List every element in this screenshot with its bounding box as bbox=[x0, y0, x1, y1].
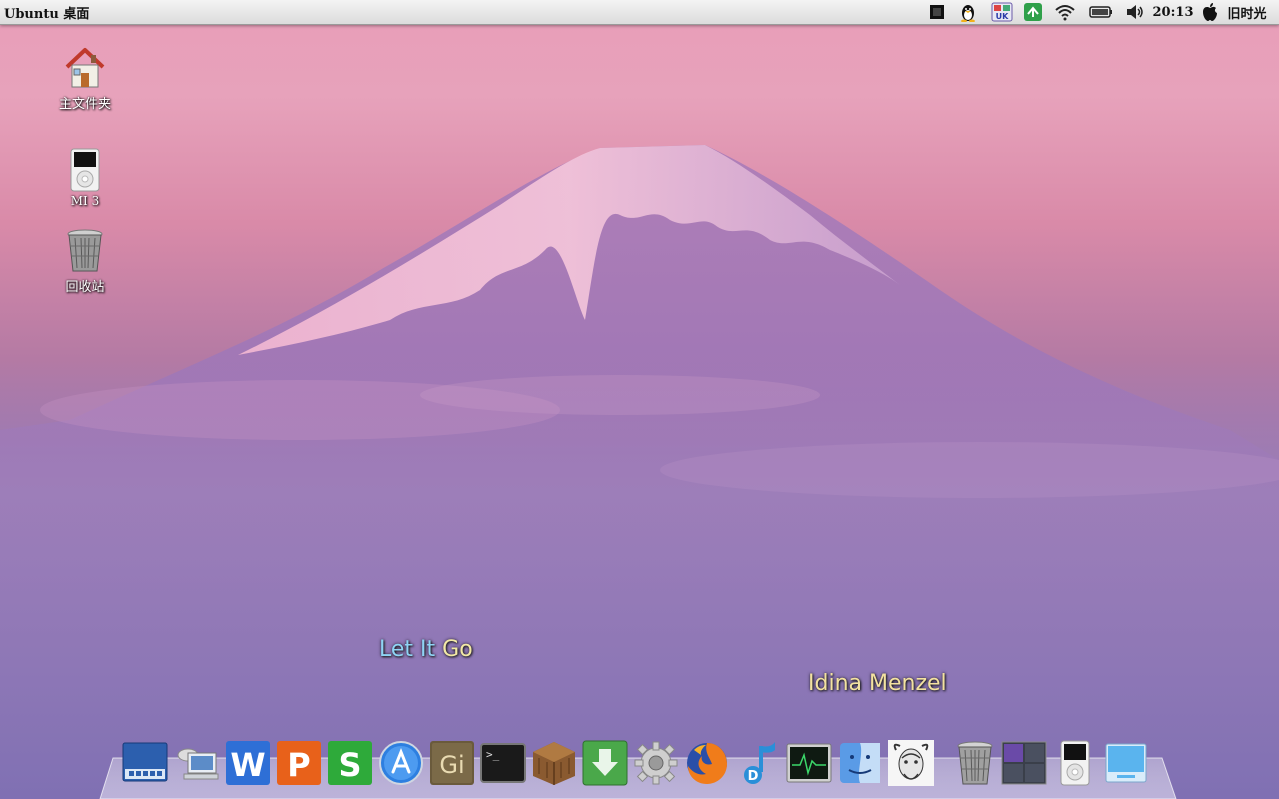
ipod-icon bbox=[1060, 740, 1090, 786]
desktop-screen: Ubuntu 桌面 UK 20:13 旧时光 主文件夹 MI 3 回收站 Let… bbox=[0, 0, 1279, 799]
svg-text:W: W bbox=[230, 746, 265, 784]
crafting-table-icon bbox=[533, 742, 575, 785]
app-indicator-icon[interactable] bbox=[928, 2, 946, 22]
apple-logo-icon[interactable] bbox=[1199, 2, 1221, 22]
wifi-icon[interactable] bbox=[1053, 2, 1077, 22]
network-sync-icon[interactable] bbox=[1022, 2, 1044, 22]
top-panel: Ubuntu 桌面 UK 20:13 旧时光 bbox=[0, 0, 1279, 25]
svg-text:S: S bbox=[338, 746, 361, 784]
battery-icon[interactable] bbox=[1088, 2, 1114, 22]
svg-text:UK: UK bbox=[996, 12, 1009, 21]
dock-item-firefox[interactable] bbox=[684, 740, 730, 786]
dock-item-system-settings[interactable] bbox=[633, 740, 679, 786]
dock-item-download-manager[interactable] bbox=[582, 740, 628, 786]
dock-item-minecraft[interactable] bbox=[531, 740, 577, 786]
svg-text:>_: >_ bbox=[486, 748, 500, 761]
input-method-uk-icon[interactable]: UK bbox=[990, 2, 1014, 22]
finder-icon bbox=[840, 743, 880, 783]
dock-item-system-monitor[interactable] bbox=[786, 740, 832, 786]
svg-text:D: D bbox=[748, 769, 759, 784]
activity-monitor-icon bbox=[786, 743, 832, 783]
app-store-icon bbox=[379, 741, 423, 785]
gear-icon bbox=[634, 741, 678, 785]
trash-can-icon bbox=[957, 741, 993, 785]
clock[interactable]: 20:13 bbox=[1153, 2, 1194, 22]
svg-text:Gi: Gi bbox=[439, 751, 464, 779]
gimp-icon: Gi bbox=[430, 741, 474, 785]
workspaces-icon bbox=[1001, 741, 1047, 785]
music-note-icon: D bbox=[744, 742, 775, 784]
dock-item-wps-spreadsheet[interactable]: S bbox=[327, 740, 373, 786]
dock-item-app-store[interactable] bbox=[378, 740, 424, 786]
gnu-head-icon bbox=[888, 740, 934, 786]
wps-w-icon: W bbox=[226, 741, 270, 785]
user-name[interactable]: 旧时光 bbox=[1222, 2, 1272, 22]
dock-item-terminal[interactable]: >_ bbox=[480, 740, 526, 786]
dock-item-wps-presentation[interactable]: P bbox=[276, 740, 322, 786]
svg-text:P: P bbox=[287, 746, 310, 784]
network-computer-icon bbox=[177, 748, 219, 780]
volume-icon[interactable] bbox=[1124, 2, 1146, 22]
download-icon bbox=[582, 740, 628, 786]
launchpad-grid-icon bbox=[122, 742, 168, 782]
dock-item-network[interactable] bbox=[174, 740, 220, 786]
penguin-qq-icon[interactable] bbox=[957, 2, 979, 22]
dock-item-trash[interactable] bbox=[952, 740, 998, 786]
dock-item-wps-writer[interactable]: W bbox=[225, 740, 271, 786]
dock-item-workspace-switcher[interactable] bbox=[1001, 740, 1047, 786]
desktop-window-icon bbox=[1105, 743, 1147, 783]
dock-item-ipod-device[interactable] bbox=[1052, 740, 1098, 786]
terminal-icon: >_ bbox=[480, 743, 526, 783]
dock-item-finder[interactable] bbox=[837, 740, 883, 786]
dock-shelf bbox=[99, 757, 1177, 799]
dock-item-gnu-app[interactable] bbox=[888, 740, 934, 786]
dock-item-music-player[interactable]: D bbox=[735, 740, 781, 786]
dock-item-show-desktop[interactable] bbox=[1103, 740, 1149, 786]
dock-item-gimp[interactable]: Gi bbox=[429, 740, 475, 786]
wps-s-icon: S bbox=[328, 741, 372, 785]
wps-p-icon: P bbox=[277, 741, 321, 785]
panel-title[interactable]: Ubuntu 桌面 bbox=[4, 3, 89, 22]
firefox-icon bbox=[687, 743, 727, 784]
dock-item-launchpad[interactable] bbox=[122, 740, 168, 786]
